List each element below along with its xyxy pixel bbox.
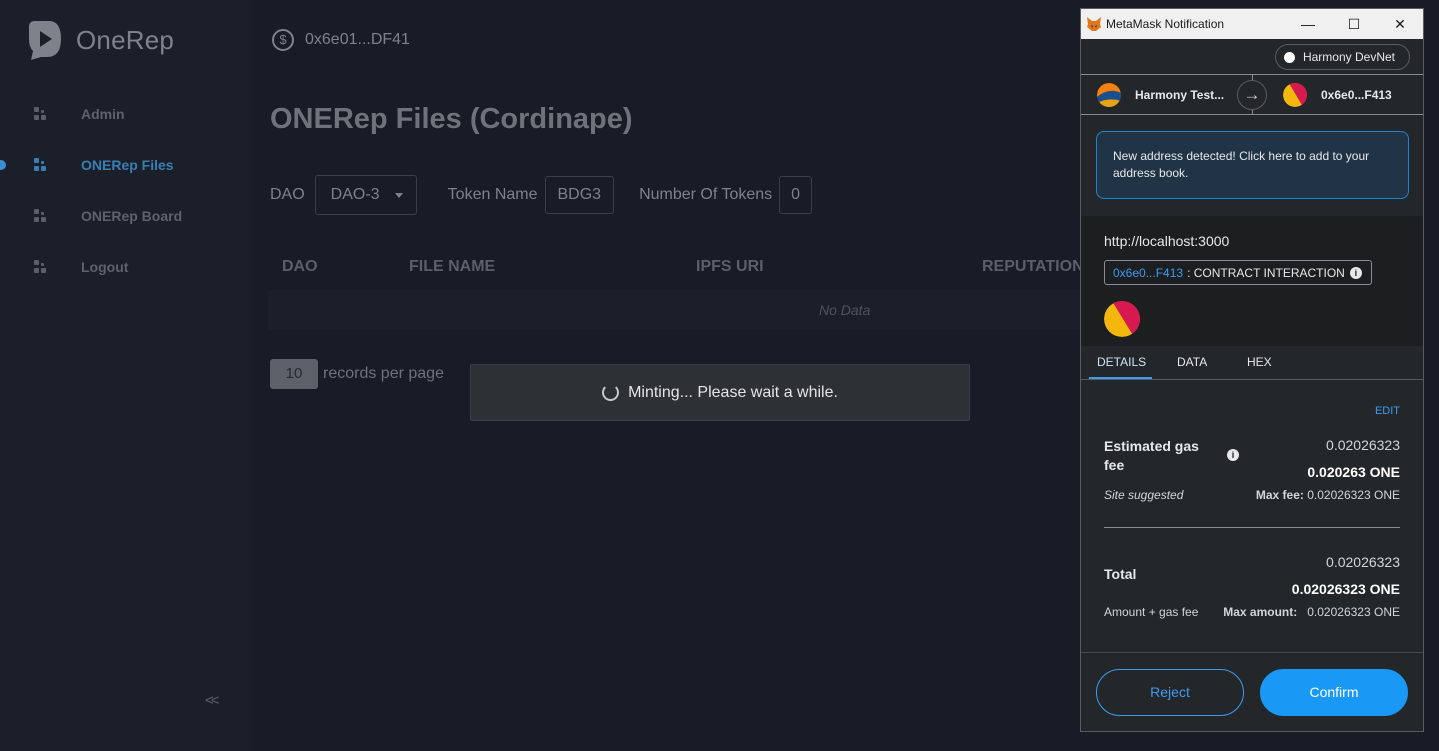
sidebar-item-onerep-files[interactable]: ONERep Files (0, 145, 250, 185)
sidebar-item-label: ONERep Files (81, 157, 174, 173)
collapse-sidebar-button[interactable]: << (205, 692, 219, 709)
reject-button[interactable]: Reject (1096, 669, 1244, 716)
column-header-dao[interactable]: DAO (282, 258, 318, 276)
filter-bar: DAO DAO-3 Token Name BDG3 Number Of Toke… (270, 175, 813, 215)
token-name-label: Token Name (447, 186, 538, 203)
dao-select-value: DAO-3 (330, 186, 380, 203)
max-fee-label: Max fee: (1255, 488, 1304, 502)
toast-message: Minting... Please wait a while. (628, 383, 838, 401)
number-of-tokens-field[interactable]: 0 (779, 176, 813, 214)
account-avatar (1097, 82, 1121, 107)
gas-fee-value: 0.02026323 (1326, 437, 1400, 453)
dao-label: DAO (270, 186, 305, 203)
grid-icon (34, 158, 48, 172)
max-fee: Max fee: 0.02026323 ONE (1256, 488, 1400, 502)
sidebar: OneRep Admin ONERep Files ONERep Board L… (0, 0, 250, 751)
token-name-field[interactable]: BDG3 (544, 176, 615, 214)
sidebar-item-label: ONERep Board (81, 208, 183, 224)
tab-bar: DETAILS DATA HEX (1081, 346, 1423, 380)
edit-gas-button[interactable]: EDIT (1375, 405, 1400, 417)
column-header-ipfs-uri[interactable]: IPFS URI (696, 258, 764, 276)
dao-select[interactable]: DAO-3 (314, 175, 417, 215)
total-label: Total (1104, 566, 1137, 582)
caret-down-icon (394, 193, 403, 198)
empty-state-text: No Data (819, 302, 871, 318)
pagination: 10 records per page (270, 359, 444, 389)
new-address-notice[interactable]: New address detected! Click here to add … (1096, 131, 1409, 199)
records-per-page-label: records per page (323, 365, 444, 382)
arrow-right-icon: → (1237, 80, 1267, 110)
max-amount-value: 0.02026323 ONE (1307, 605, 1400, 619)
network-name: Harmony DevNet (1302, 50, 1395, 64)
account-row: Harmony Test... → 0x6e0...F413 (1081, 74, 1423, 115)
sidebar-item-onerep-board[interactable]: ONERep Board (0, 196, 250, 236)
from-account[interactable]: Harmony Test... (1097, 82, 1225, 107)
maximize-button[interactable]: ☐ (1331, 9, 1377, 39)
wallet-address-text: 0x6e01...DF41 (305, 31, 410, 48)
contract-avatar (1104, 301, 1140, 337)
minimize-button[interactable]: — (1285, 9, 1331, 39)
records-per-page-select[interactable]: 10 (270, 359, 318, 389)
minting-toast: Minting... Please wait a while. (470, 364, 970, 421)
account-avatar (1283, 82, 1307, 107)
estimated-gas-fee-label: Estimated gas fee (1104, 438, 1199, 473)
column-header-file-name[interactable]: FILE NAME (409, 258, 495, 276)
total-value: 0.02026323 (1326, 554, 1400, 570)
from-account-name: Harmony Test... (1135, 87, 1225, 102)
wallet-address: $ 0x6e01...DF41 (272, 29, 410, 51)
tab-hex[interactable]: HEX (1247, 355, 1272, 369)
tab-details[interactable]: DETAILS (1097, 355, 1146, 369)
network-selector[interactable]: Harmony DevNet (1274, 44, 1410, 70)
close-button[interactable]: ✕ (1377, 9, 1423, 39)
number-of-tokens-label: Number Of Tokens (639, 186, 773, 203)
dollar-icon: $ (272, 29, 294, 51)
gas-fee-one: 0.020263 ONE (1307, 464, 1400, 480)
sidebar-item-label: Admin (81, 106, 125, 122)
tab-data[interactable]: DATA (1177, 355, 1207, 369)
sidebar-item-logout[interactable]: Logout (0, 247, 250, 287)
max-fee-value: 0.02026323 ONE (1307, 488, 1400, 502)
sidebar-item-label: Logout (81, 259, 129, 275)
grid-icon (34, 209, 48, 223)
spinner-icon (602, 384, 620, 401)
column-header-reputation[interactable]: REPUTATION (982, 258, 1084, 276)
confirm-button[interactable]: Confirm (1260, 669, 1408, 716)
brand-logo[interactable]: OneRep (27, 19, 174, 61)
grid-icon (34, 260, 48, 274)
transaction-origin: http://localhost:3000 0x6e0...F413 : CON… (1081, 216, 1423, 346)
network-row: Harmony DevNet (1081, 39, 1423, 74)
brand-name: OneRep (76, 24, 175, 55)
to-account[interactable]: 0x6e0...F413 (1283, 82, 1392, 107)
info-icon[interactable]: i (1227, 449, 1239, 461)
origin-url: http://localhost:3000 (1104, 233, 1230, 249)
site-suggested-label: Site suggested (1104, 488, 1184, 502)
onerep-logo-icon (27, 19, 63, 61)
contract-interaction-label: : CONTRACT INTERACTION (1187, 265, 1345, 280)
window-title: MetaMask Notification (1106, 17, 1225, 31)
network-status-dot-icon (1283, 51, 1295, 63)
page-title: ONERep Files (Cordinape) (270, 103, 633, 135)
max-amount: Max amount: 0.02026323 ONE (1223, 605, 1400, 619)
max-amount-label: Max amount: (1223, 605, 1298, 619)
metamask-window: MetaMask Notification — ☐ ✕ Harmony DevN… (1080, 8, 1424, 732)
metamask-fox-icon (1086, 17, 1102, 31)
sidebar-item-admin[interactable]: Admin (0, 94, 250, 134)
table-header: DAO FILE NAME IPFS URI REPUTATION (268, 243, 1084, 290)
grid-icon (34, 107, 48, 121)
info-icon[interactable]: i (1349, 266, 1362, 279)
contract-address[interactable]: 0x6e0...F413 (1113, 266, 1183, 280)
table-body: No Data (268, 290, 1080, 330)
divider (1081, 652, 1423, 653)
contract-interaction-badge[interactable]: 0x6e0...F413 : CONTRACT INTERACTION i (1104, 260, 1372, 285)
divider (1104, 527, 1400, 528)
amount-plus-gas-label: Amount + gas fee (1104, 605, 1199, 619)
window-titlebar[interactable]: MetaMask Notification — ☐ ✕ (1081, 9, 1423, 39)
active-tab-underline (1089, 377, 1152, 379)
total-one: 0.02026323 ONE (1291, 581, 1400, 597)
to-account-address: 0x6e0...F413 (1321, 87, 1392, 102)
active-indicator (0, 160, 6, 170)
